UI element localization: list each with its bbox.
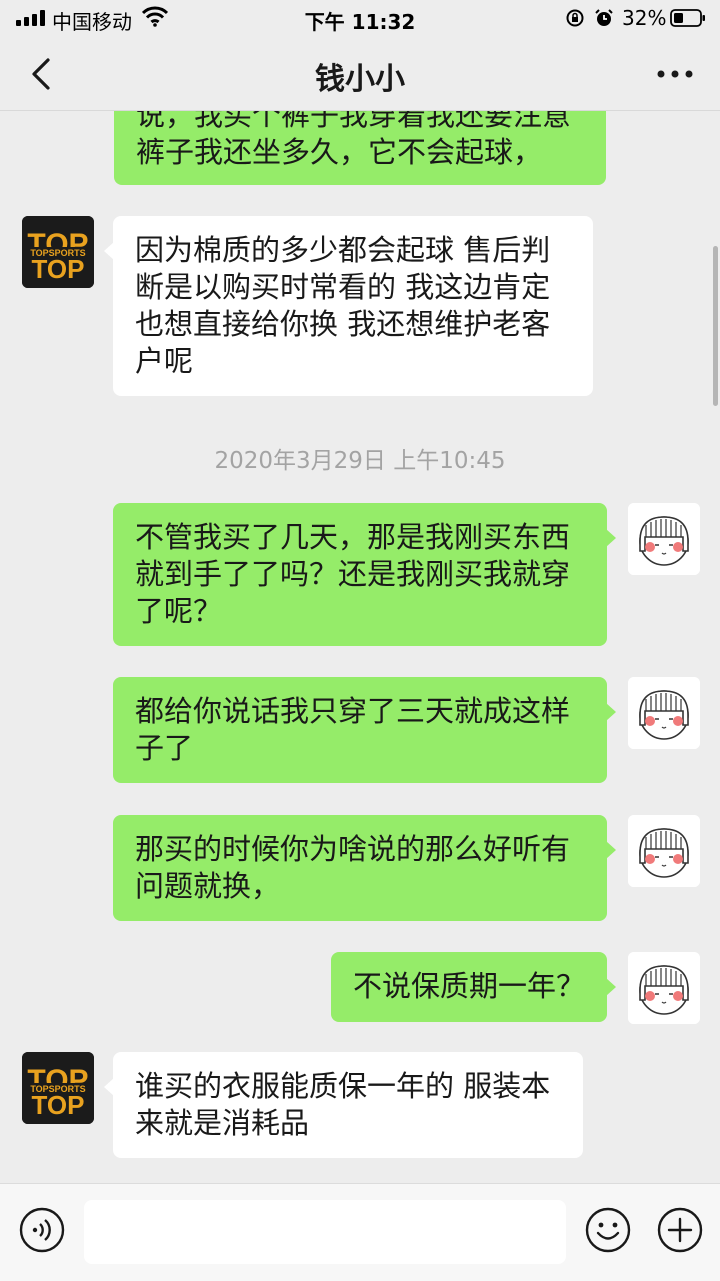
message-bubble-outgoing[interactable]: 不管我买了几天，那是我刚买东西就到手了了吗？还是我刚买我就穿了呢？ <box>113 503 616 646</box>
scrollbar[interactable] <box>713 246 718 406</box>
message-bubble-outgoing[interactable]: 那买的时候你为啥说的那么好听有问题就换， <box>113 815 616 921</box>
girl-avatar-icon <box>628 677 700 749</box>
topsports-logo-icon: TOP TOPSPORTS TOP <box>22 1052 94 1124</box>
input-bar <box>0 1183 720 1281</box>
alarm-icon <box>595 9 613 26</box>
girl-avatar-icon <box>628 952 700 1024</box>
svg-text:TOP: TOP <box>32 254 85 284</box>
message-bubble-incoming[interactable]: 因为棉质的多少都会起球 售后判断是以购买时常看的 我这边肯定也想直接给你换 我还… <box>104 216 593 396</box>
message-input[interactable] <box>84 1200 566 1264</box>
user-avatar[interactable] <box>628 503 700 575</box>
message-text: 那买的时候你为啥说的那么好听有问题就换， <box>135 832 571 903</box>
message-text: 因为棉质的多少都会起球 售后判断是以购买时常看的 我这边肯定也想直接给你换 我还… <box>135 233 551 378</box>
topsports-logo-icon: TOP TOPSPORTS TOP <box>22 216 94 288</box>
svg-text:TOP: TOP <box>32 1090 85 1120</box>
girl-avatar-icon <box>628 503 700 575</box>
plus-button[interactable] <box>656 1206 704 1254</box>
emoji-button[interactable] <box>584 1206 632 1254</box>
message-text: 不说保质期一年？ <box>353 969 586 1003</box>
voice-button[interactable] <box>18 1206 66 1254</box>
more-options-button[interactable] <box>650 56 700 92</box>
battery-percent: 32% <box>622 6 667 30</box>
message-bubble-outgoing[interactable]: 说，我买个裤子我穿着我还要注意裤子我还坐多久，它不会起球， <box>114 111 606 185</box>
message-bubble-outgoing[interactable]: 都给你说话我只穿了三天就成这样子了 <box>113 677 616 783</box>
chat-title: 钱小小 <box>315 62 405 97</box>
contact-avatar[interactable]: TOP TOPSPORTS TOP <box>22 216 94 288</box>
message-bubble-incoming[interactable]: 谁买的衣服能质保一年的 服装本来就是消耗品 <box>104 1052 583 1158</box>
user-avatar[interactable] <box>628 815 700 887</box>
back-button[interactable] <box>20 52 68 96</box>
message-text: 说，我买个裤子我穿着我还要注意裤子我还坐多久，它不会起球， <box>136 111 572 169</box>
status-bar: 中国移动 下午 11:32 32% <box>0 0 720 38</box>
message-text: 都给你说话我只穿了三天就成这样子了 <box>135 694 571 765</box>
contact-avatar[interactable]: TOP TOPSPORTS TOP <box>22 1052 94 1124</box>
message-text: 不管我买了几天，那是我刚买东西就到手了了吗？还是我刚买我就穿了呢？ <box>135 520 571 628</box>
message-timestamp: 2020年3月29日 上午10:45 <box>214 448 506 474</box>
rotation-lock-icon <box>566 9 584 27</box>
girl-avatar-icon <box>628 815 700 887</box>
user-avatar[interactable] <box>628 952 700 1024</box>
battery-icon <box>670 9 705 27</box>
message-text: 谁买的衣服能质保一年的 服装本来就是消耗品 <box>135 1069 551 1140</box>
user-avatar[interactable] <box>628 677 700 749</box>
chat-header: 钱小小 <box>0 38 720 111</box>
message-list[interactable]: 说，我买个裤子我穿着我还要注意裤子我还坐多久，它不会起球， TOP TOPSPO… <box>0 111 720 1183</box>
message-bubble-outgoing[interactable]: 不说保质期一年？ <box>331 952 616 1022</box>
